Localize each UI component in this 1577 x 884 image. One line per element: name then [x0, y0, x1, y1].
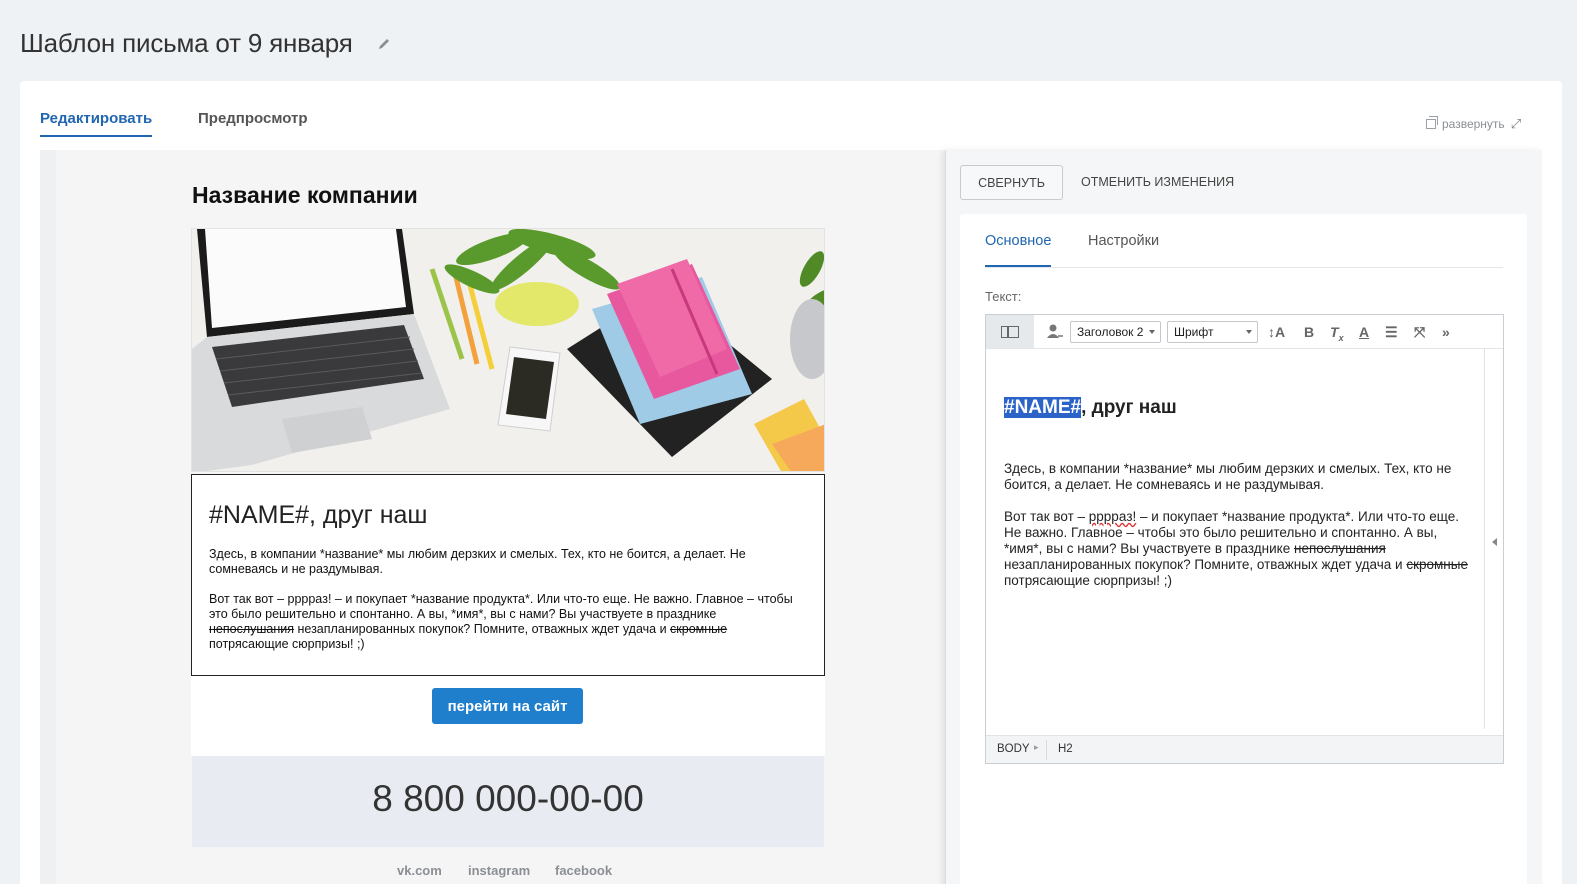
social-link-instagram[interactable]: instagram [468, 863, 530, 878]
tab-main[interactable]: Основное [985, 233, 1052, 267]
expand-link[interactable]: развернуть ⤢ [1426, 116, 1521, 132]
align-icon[interactable]: ☰ [1385, 324, 1398, 341]
rich-text-editor[interactable]: Заголовок 2 Шрифт ↕A B Tx A ☰ ⤧ » #NAME#… [985, 314, 1504, 764]
breadcrumb-body[interactable]: BODY [997, 743, 1030, 755]
email-paragraph-1: Здесь, в компании *название* мы любим де… [209, 547, 746, 576]
tab-preview[interactable]: Предпросмотр [198, 110, 308, 127]
font-size-icon[interactable]: ↕A [1268, 324, 1285, 340]
pencil-icon[interactable] [377, 37, 391, 51]
phone-block: 8 800 000-00-00 [192, 756, 824, 847]
font-select[interactable]: Шрифт [1167, 321, 1258, 343]
email-heading: #NAME#, друг наш [209, 501, 428, 529]
expand-arrows-icon: ⤢ [1510, 116, 1522, 131]
editor-paragraph-1: Здесь, в компании *название* мы любим де… [1004, 461, 1452, 492]
clear-format-icon[interactable]: Tx [1330, 324, 1344, 343]
hero-image[interactable] [191, 228, 825, 472]
collapse-button[interactable]: СВЕРНУТЬ [960, 165, 1063, 200]
editor-heading: #NAME#, друг наш [1004, 397, 1177, 418]
user-format-icon[interactable] [1046, 323, 1064, 342]
text-label: Текст: [985, 289, 1022, 304]
status-divider [1046, 740, 1047, 760]
tab-settings[interactable]: Настройки [1088, 233, 1159, 249]
window-icon [1426, 116, 1438, 129]
social-link-facebook[interactable]: facebook [555, 863, 612, 878]
email-paragraph-2: Вот так вот – ррррaз! – и покупает *назв… [209, 592, 793, 651]
editor-paragraph-2: Вот так вот – ррррaз! – и покупает *назв… [1004, 509, 1468, 588]
editor-scrollbar[interactable] [1484, 349, 1503, 729]
revert-changes-button[interactable]: ОТМЕНИТЬ ИЗМЕНЕНИЯ [1081, 175, 1234, 189]
editor-statusbar: BODY ▸ H2 [986, 735, 1503, 763]
more-icon[interactable]: » [1442, 324, 1450, 340]
preview-left-strip [40, 150, 56, 884]
fullscreen-icon[interactable]: ⤧ [1414, 324, 1425, 341]
format-select[interactable]: Заголовок 2 [1070, 321, 1161, 343]
phone-number: 8 800 000-00-00 [372, 778, 644, 819]
page-title: Шаблон письма от 9 января [20, 28, 353, 58]
collapse-arrow-icon[interactable] [1492, 538, 1497, 546]
text-color-icon[interactable]: A [1359, 324, 1369, 340]
email-content-block[interactable]: #NAME#, друг наш Здесь, в компании *назв… [191, 474, 825, 676]
breadcrumb-h2[interactable]: H2 [1058, 743, 1073, 755]
company-name[interactable]: Название компании [192, 182, 418, 209]
tab-edit[interactable]: Редактировать [40, 110, 153, 137]
editor-toolbar: Заголовок 2 Шрифт ↕A B Tx A ☰ ⤧ » [986, 315, 1503, 349]
breadcrumb-separator-icon: ▸ [1034, 742, 1039, 752]
go-to-site-button[interactable]: перейти на сайт [432, 688, 583, 724]
tabs-divider [985, 267, 1503, 268]
bold-icon[interactable]: B [1304, 324, 1314, 340]
source-mode-icon[interactable] [986, 315, 1034, 348]
social-link-vk[interactable]: vk.com [397, 863, 442, 878]
expand-label: развернуть [1442, 117, 1505, 131]
